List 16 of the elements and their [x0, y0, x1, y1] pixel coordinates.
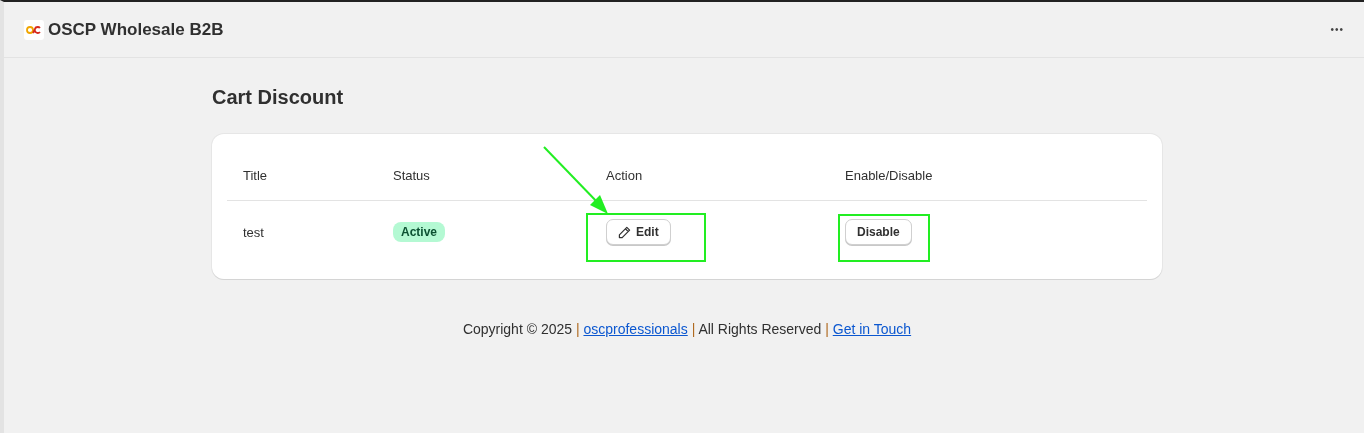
footer-text: Copyright © 2025 | oscprofessionals | All Rights Reserved | Get in Touch: [461, 321, 913, 337]
app-title: OSCP Wholesale B2B: [48, 19, 224, 40]
pencil-icon: [618, 225, 631, 239]
column-header: Title: [243, 167, 268, 183]
disable-button[interactable]: Disable: [845, 219, 912, 245]
column-header: Action: [606, 167, 643, 183]
edit-button[interactable]: Edit: [606, 219, 671, 245]
status-badge: Active: [393, 222, 446, 242]
footer-link[interactable]: oscprofessionals: [583, 321, 688, 337]
column-header: Enable/Disable: [845, 167, 933, 183]
page-title: Cart Discount: [212, 86, 345, 109]
footer-link[interactable]: Get in Touch: [832, 321, 912, 337]
logo-icon: [24, 19, 44, 40]
table-cell: test: [243, 224, 264, 240]
column-header: Status: [393, 167, 430, 183]
more-menu-button[interactable]: •••: [1330, 24, 1344, 35]
